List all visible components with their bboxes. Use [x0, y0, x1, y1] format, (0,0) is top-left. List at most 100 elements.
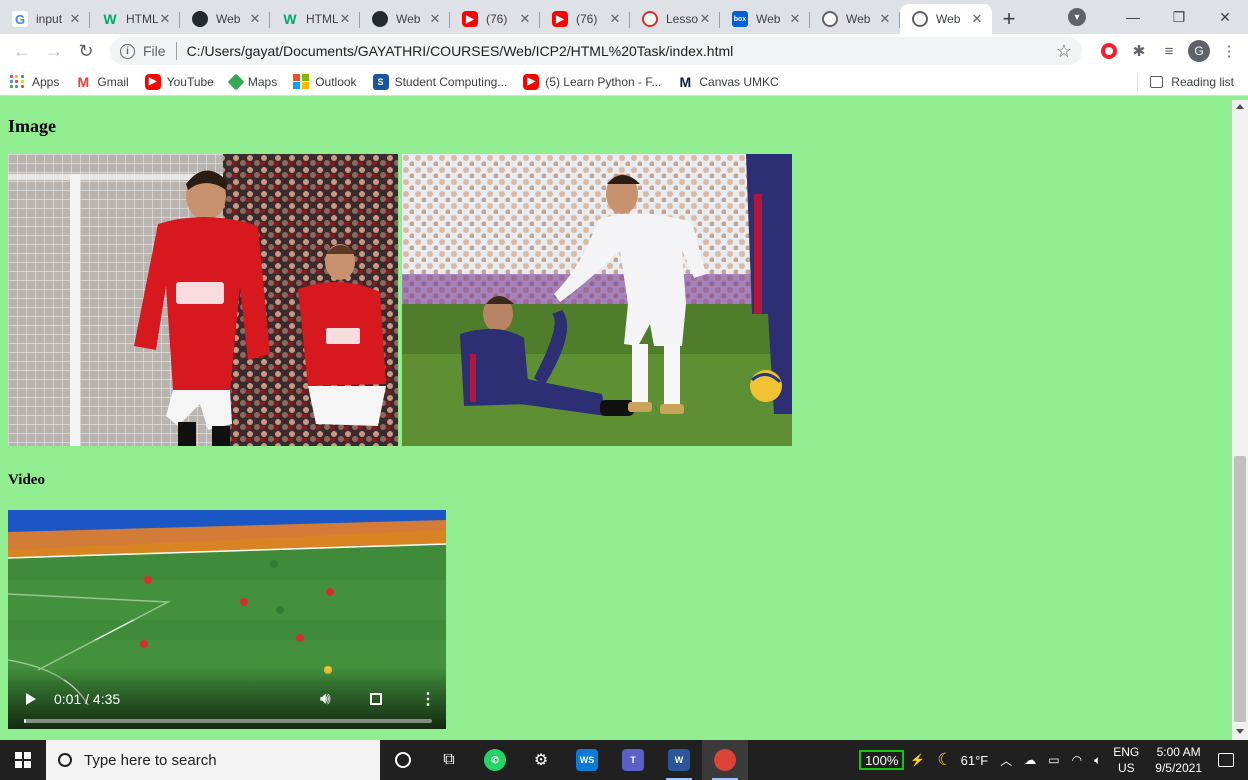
- language-indicator[interactable]: ENG US: [1107, 740, 1145, 780]
- webstorm-app[interactable]: WS: [564, 740, 610, 780]
- close-window-button[interactable]: ✕: [1202, 0, 1248, 34]
- bookmark-apps[interactable]: Apps: [10, 70, 59, 94]
- youtube-icon: ▶: [552, 11, 568, 27]
- taskbar-search-box[interactable]: Type here to search: [46, 740, 380, 780]
- tab-html-1[interactable]: W HTML ✕: [90, 4, 180, 34]
- globe-icon: [912, 11, 928, 27]
- minimize-button[interactable]: —: [1110, 0, 1156, 34]
- extensions-puzzle-icon[interactable]: ✱: [1124, 36, 1154, 66]
- language: ENG: [1113, 745, 1140, 759]
- close-icon[interactable]: ✕: [970, 11, 984, 27]
- close-icon[interactable]: ✕: [428, 11, 442, 27]
- system-tray: 100% ⚡ ☾ 61°F ︿ ☁ ▭ ◠ 🔈︎ ENG US 5:00 AM …: [853, 740, 1248, 780]
- battery-icon[interactable]: ▭: [1042, 740, 1065, 780]
- plug-icon: ⚡: [910, 753, 926, 767]
- battery-indicator[interactable]: 100% ⚡: [853, 740, 931, 780]
- close-icon[interactable]: ✕: [248, 11, 262, 27]
- bookmark-star-icon[interactable]: ☆: [1056, 41, 1072, 62]
- scroll-thumb[interactable]: [1234, 456, 1246, 722]
- notification-icon[interactable]: [1218, 753, 1234, 767]
- volume-icon[interactable]: 🔈︎: [1088, 740, 1107, 780]
- new-tab-button[interactable]: +: [992, 4, 1026, 34]
- url-text[interactable]: C:/Users/gayat/Documents/GAYATHRI/COURSE…: [187, 43, 1056, 59]
- browser-toolbar: ← → ↻ i File C:/Users/gayat/Documents/GA…: [0, 34, 1248, 68]
- reading-list-button[interactable]: Reading list: [1137, 72, 1234, 91]
- scroll-up-arrow-icon[interactable]: [1236, 104, 1244, 109]
- video-progress-bar[interactable]: [24, 719, 432, 723]
- onedrive-icon[interactable]: ☁: [1018, 740, 1042, 780]
- bookmark-outlook[interactable]: Outlook: [293, 70, 357, 94]
- tab-html-2[interactable]: W HTML ✕: [270, 4, 360, 34]
- tab-youtube-1[interactable]: ▶ (76) ✕: [450, 4, 540, 34]
- bookmark-maps[interactable]: Maps: [227, 70, 277, 94]
- tab-title: Web: [396, 12, 421, 26]
- close-icon[interactable]: ✕: [608, 11, 622, 27]
- fullscreen-icon[interactable]: [370, 693, 382, 705]
- w3schools-icon: W: [283, 11, 297, 27]
- tab-search-icon[interactable]: ▾: [1068, 8, 1086, 26]
- weather-widget[interactable]: ☾ 61°F: [931, 740, 994, 780]
- close-icon[interactable]: ✕: [338, 11, 352, 27]
- bookmark-youtube[interactable]: ▶ YouTube: [144, 70, 214, 94]
- tab-web-globe[interactable]: Web ✕: [810, 4, 900, 34]
- play-icon[interactable]: [26, 693, 36, 705]
- bookmark-student-computing[interactable]: S Student Computing...: [372, 70, 507, 94]
- wifi-icon[interactable]: ◠: [1066, 740, 1088, 780]
- address-bar[interactable]: i File C:/Users/gayat/Documents/GAYATHRI…: [110, 37, 1082, 65]
- student-computing-icon: S: [372, 73, 389, 90]
- opera-extension-icon[interactable]: [1094, 36, 1124, 66]
- bookmark-canvas[interactable]: M Canvas UMKC: [677, 70, 779, 94]
- tab-web-box[interactable]: box Web ✕: [720, 4, 810, 34]
- bookmark-gmail[interactable]: M Gmail: [75, 70, 129, 94]
- menu-kebab-icon[interactable]: ⋮: [1214, 36, 1244, 66]
- word-app[interactable]: W: [656, 740, 702, 780]
- tab-title: (76): [576, 12, 598, 26]
- close-icon[interactable]: ✕: [68, 11, 82, 27]
- restore-button[interactable]: ❐: [1156, 0, 1202, 34]
- close-icon[interactable]: ✕: [518, 11, 532, 27]
- clock[interactable]: 5:00 AM 9/5/2021: [1145, 744, 1212, 776]
- whatsapp-app[interactable]: ✆: [472, 740, 518, 780]
- football-photo-handshake: [402, 154, 792, 446]
- close-icon[interactable]: ✕: [698, 11, 712, 27]
- clock-time: 5:00 AM: [1156, 745, 1201, 759]
- show-hidden-icons-button[interactable]: ︿: [994, 740, 1018, 780]
- volume-icon[interactable]: 🔊︎: [320, 689, 331, 709]
- task-view-button[interactable]: ⧉: [426, 740, 472, 780]
- clock-date: 9/5/2021: [1155, 761, 1202, 775]
- teams-app[interactable]: T: [610, 740, 656, 780]
- close-icon[interactable]: ✕: [878, 11, 892, 27]
- start-button[interactable]: [0, 740, 46, 780]
- tab-web-active[interactable]: Web ✕: [900, 4, 992, 34]
- scroll-down-arrow-icon[interactable]: [1236, 729, 1244, 734]
- bookmark-label: Canvas UMKC: [699, 74, 779, 89]
- tab-input[interactable]: G input ✕: [0, 4, 90, 34]
- settings-app[interactable]: ⚙: [518, 740, 564, 780]
- forward-button[interactable]: →: [38, 35, 70, 67]
- tab-title: HTML: [126, 12, 158, 26]
- tab-web-github-2[interactable]: Web ✕: [360, 4, 450, 34]
- webstorm-icon: WS: [576, 749, 598, 771]
- canvas-icon: M: [677, 73, 694, 90]
- lesson-icon: [642, 11, 658, 27]
- battery-percent: 100%: [859, 750, 905, 770]
- tab-title: Web: [846, 12, 871, 26]
- close-icon[interactable]: ✕: [158, 11, 172, 27]
- video-player[interactable]: 0:01 / 4:35 🔊︎ ⋮: [8, 510, 446, 729]
- tab-web-github-1[interactable]: Web ✕: [180, 4, 270, 34]
- profile-avatar[interactable]: G: [1184, 36, 1214, 66]
- page-scrollbar[interactable]: [1232, 100, 1248, 740]
- football-photo-celebration: [8, 154, 398, 446]
- media-control-icon[interactable]: ≡: [1154, 36, 1184, 66]
- info-icon[interactable]: i: [120, 43, 135, 59]
- more-options-icon[interactable]: ⋮: [420, 689, 436, 709]
- reload-button[interactable]: ↻: [70, 35, 102, 67]
- cortana-button[interactable]: [380, 740, 426, 780]
- tab-youtube-2[interactable]: ▶ (76) ✕: [540, 4, 630, 34]
- close-icon[interactable]: ✕: [788, 11, 802, 27]
- back-button[interactable]: ←: [6, 35, 38, 67]
- chrome-app[interactable]: [702, 740, 748, 780]
- bookmark-learn-python[interactable]: ▶ (5) Learn Python - F...: [523, 70, 661, 94]
- tab-lesson[interactable]: Lesso ✕: [630, 4, 720, 34]
- image-heading: Image: [8, 116, 56, 136]
